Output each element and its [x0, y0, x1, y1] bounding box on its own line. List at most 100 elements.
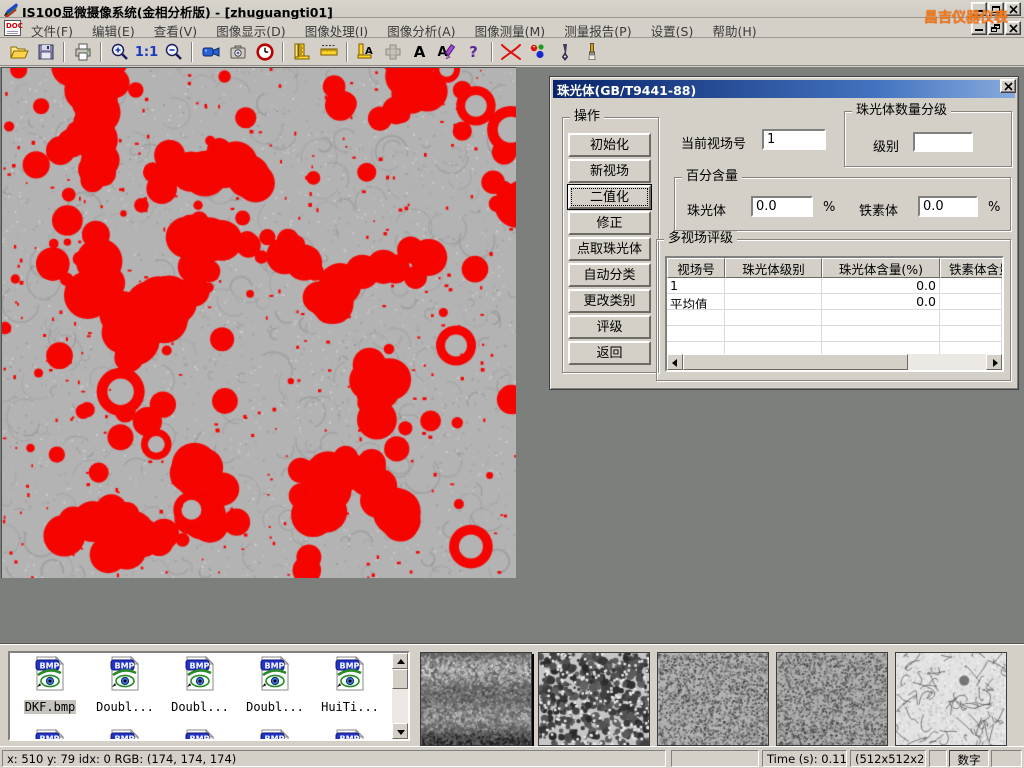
svg-text:BMP: BMP	[40, 735, 60, 742]
table-row[interactable]: 1 0.0	[667, 278, 1002, 294]
classify-button[interactable]	[524, 40, 551, 64]
menu-help[interactable]: 帮助(H)	[705, 19, 763, 37]
pen-tool-button[interactable]	[551, 40, 578, 64]
scroll-right-button[interactable]	[986, 354, 1002, 370]
table-header-row: 视场号 珠光体级别 珠光体含量(%) 铁素体含量(%)	[667, 258, 1002, 278]
gallery-thumbnail[interactable]	[776, 652, 888, 746]
file-item[interactable]: BMP	[314, 729, 386, 741]
file-vscrollbar[interactable]	[392, 653, 408, 739]
return-button[interactable]: 返回	[568, 341, 651, 365]
menu-edit[interactable]: 编辑(E)	[85, 19, 142, 37]
save-button[interactable]	[32, 40, 59, 64]
dialog-title-bar[interactable]: 珠光体(GB/T9441-88)	[553, 80, 1015, 98]
text-button[interactable]: A	[406, 40, 433, 64]
file-item[interactable]: BMP Doubl...	[239, 656, 311, 715]
actual-size-button[interactable]: 1:1	[133, 40, 160, 64]
gallery-thumbnail[interactable]	[538, 652, 650, 746]
col-ferrite-content[interactable]: 铁素体含量(%)	[940, 258, 1004, 278]
level-label: 级别	[873, 136, 899, 155]
dialog-title: 珠光体(GB/T9441-88)	[553, 80, 696, 99]
operation-group-label: 操作	[570, 109, 604, 125]
ruler-button[interactable]	[315, 40, 342, 64]
level-input[interactable]	[913, 132, 973, 152]
change-class-button[interactable]: 更改类别	[568, 289, 651, 313]
menu-measure-report[interactable]: 测量报告(P)	[557, 19, 638, 37]
current-field-label: 当前视场号	[681, 133, 746, 152]
col-field-number[interactable]: 视场号	[667, 258, 725, 278]
file-item[interactable]: BMP	[164, 729, 236, 741]
cell-ferrite	[940, 278, 1002, 293]
file-item[interactable]: BMP	[239, 729, 311, 741]
scroll-left-button[interactable]	[667, 354, 683, 370]
timer-button[interactable]	[251, 40, 278, 64]
ferrite-input[interactable]	[918, 196, 978, 217]
scroll-down-button[interactable]	[392, 723, 408, 739]
menu-image-measure[interactable]: 图像测量(M)	[468, 19, 553, 37]
zoom-in-icon	[110, 42, 130, 62]
gallery-thumbnail[interactable]	[657, 652, 769, 746]
file-name[interactable]: DKF.bmp	[24, 700, 77, 714]
menu-image-process[interactable]: 图像处理(I)	[298, 19, 375, 37]
file-item[interactable]: BMP DKF.bmp	[14, 656, 86, 715]
menu-image-display[interactable]: 图像显示(D)	[209, 19, 292, 37]
file-item[interactable]: BMP	[14, 729, 86, 741]
menu-file[interactable]: 文件(F)	[24, 19, 80, 37]
scrollbar-thumb[interactable]	[392, 669, 408, 689]
zoom-out-button[interactable]	[160, 40, 187, 64]
menu-settings[interactable]: 设置(S)	[644, 19, 701, 37]
multiview-group: 多视场评级 视场号 珠光体级别 珠光体含量(%) 铁素体含量(%) 1 0.0	[656, 239, 1011, 381]
menu-view[interactable]: 查看(V)	[147, 19, 204, 37]
bmp-file-icon: BMP	[35, 656, 65, 692]
zoom-in-button[interactable]	[106, 40, 133, 64]
rate-button[interactable]: 评级	[568, 315, 651, 339]
col-pearlite-level[interactable]: 珠光体级别	[725, 258, 822, 278]
open-button[interactable]	[5, 40, 32, 64]
new-field-button[interactable]: 新视场	[568, 159, 651, 183]
table-row[interactable]: 平均值 0.0	[667, 294, 1002, 310]
correct-button[interactable]: 修正	[568, 211, 651, 235]
file-name[interactable]: Doubl...	[170, 700, 230, 714]
file-name[interactable]: HuiTi...	[320, 700, 380, 714]
video-capture-button[interactable]	[197, 40, 224, 64]
dialog-close-button[interactable]	[1000, 79, 1016, 93]
auto-classify-button[interactable]: 自动分类	[568, 263, 651, 287]
col-pearlite-content[interactable]: 珠光体含量(%)	[822, 258, 940, 278]
current-field-input[interactable]	[762, 129, 826, 150]
table-row-empty	[667, 310, 1002, 326]
empty-status-panel	[991, 750, 1022, 767]
merge-button[interactable]	[379, 40, 406, 64]
document-icon[interactable]: DOC	[4, 20, 21, 36]
file-item[interactable]: BMP HuiTi...	[314, 656, 386, 715]
init-button[interactable]: 初始化	[568, 133, 651, 157]
gallery-thumbnail[interactable]	[895, 652, 1007, 746]
measure-annotate-button[interactable]: A	[352, 40, 379, 64]
toolbar-separator	[191, 42, 193, 62]
file-item[interactable]: BMP	[89, 729, 161, 741]
print-button[interactable]	[69, 40, 96, 64]
gallery-thumbnail[interactable]	[420, 652, 532, 746]
file-name[interactable]: Doubl...	[95, 700, 155, 714]
annotate-button[interactable]: A	[433, 40, 460, 64]
brush-tool-button[interactable]	[578, 40, 605, 64]
multiview-table[interactable]: 视场号 珠光体级别 珠光体含量(%) 铁素体含量(%) 1 0.0 平均值	[665, 256, 1004, 372]
pearlite-input[interactable]	[751, 196, 813, 217]
file-item[interactable]: BMP Doubl...	[164, 656, 236, 715]
menu-bar: DOC 文件(F) 编辑(E) 查看(V) 图像显示(D) 图像处理(I) 图像…	[0, 19, 1024, 38]
erase-curve-button[interactable]	[497, 40, 524, 64]
snapshot-button[interactable]	[224, 40, 251, 64]
metallographic-image[interactable]	[1, 67, 516, 578]
caliper-measure-button[interactable]	[288, 40, 315, 64]
arrow-left-icon	[672, 359, 677, 367]
menu-image-analysis[interactable]: 图像分析(A)	[380, 19, 462, 37]
open-folder-icon	[9, 42, 29, 62]
pick-pearlite-button[interactable]: 点取珠光体	[568, 237, 651, 261]
table-hscrollbar[interactable]	[667, 354, 1002, 370]
multiview-group-label: 多视场评级	[664, 231, 737, 247]
help-button[interactable]: ?	[460, 40, 487, 64]
binarize-button[interactable]: 二值化	[568, 185, 651, 209]
scrollbar-thumb[interactable]	[683, 354, 908, 370]
percent-group-label: 百分含量	[682, 169, 742, 185]
file-name[interactable]: Doubl...	[245, 700, 305, 714]
file-item[interactable]: BMP Doubl...	[89, 656, 161, 715]
scroll-up-button[interactable]	[392, 653, 408, 669]
